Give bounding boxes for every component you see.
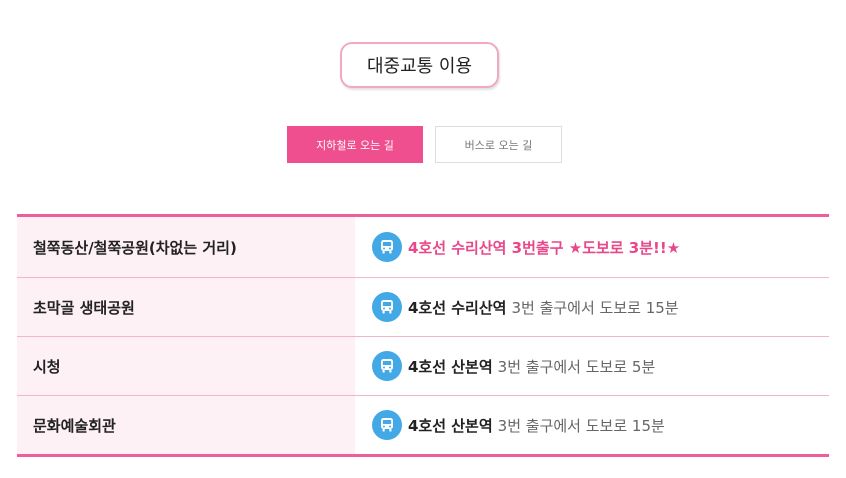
table-row: 철쭉동산/철쭉공원(차없는 거리) 4호선 수리산역 3번출구 ★도보로 3분!… [17, 217, 829, 277]
route-line: 4호선 산본역 [408, 357, 493, 376]
section-title: 대중교통 이용 [340, 42, 499, 88]
place-name: 시청 [17, 337, 355, 395]
table-row: 시청 4호선 산본역 3번 출구에서 도보로 5분 [17, 336, 829, 395]
place-name: 문화예술회관 [17, 396, 355, 454]
place-name: 철쭉동산/철쭉공원(차없는 거리) [17, 217, 355, 277]
route-info: 4호선 산본역 3번 출구에서 도보로 5분 [355, 337, 829, 395]
route-detail: 3번 출구에서 도보로 5분 [497, 357, 656, 376]
table-row: 초막골 생태공원 4호선 수리산역 3번 출구에서 도보로 15분 [17, 277, 829, 336]
tab-bus[interactable]: 버스로 오는 길 [435, 126, 562, 163]
route-highlight: 4호선 수리산역 3번출구 ★도보로 3분!!★ [408, 238, 681, 257]
route-info: 4호선 산본역 3번 출구에서 도보로 15분 [355, 396, 829, 454]
place-name: 초막골 생태공원 [17, 278, 355, 336]
route-table: 철쭉동산/철쭉공원(차없는 거리) 4호선 수리산역 3번출구 ★도보로 3분!… [17, 214, 829, 457]
route-info: 4호선 수리산역 3번 출구에서 도보로 15분 [355, 278, 829, 336]
bus-icon [372, 410, 402, 440]
bus-icon [372, 351, 402, 381]
bus-icon [372, 292, 402, 322]
route-detail: 3번 출구에서 도보로 15분 [497, 416, 665, 435]
bus-icon [372, 232, 402, 262]
page: 대중교통 이용 지하철로 오는 길 버스로 오는 길 철쭉동산/철쭉공원(차없는… [0, 0, 846, 478]
route-line: 4호선 산본역 [408, 416, 493, 435]
route-line: 4호선 수리산역 [408, 298, 507, 317]
tab-subway[interactable]: 지하철로 오는 길 [287, 126, 423, 163]
route-detail: 3번 출구에서 도보로 15분 [511, 298, 679, 317]
table-row: 문화예술회관 4호선 산본역 3번 출구에서 도보로 15분 [17, 395, 829, 454]
route-info: 4호선 수리산역 3번출구 ★도보로 3분!!★ [355, 217, 829, 277]
